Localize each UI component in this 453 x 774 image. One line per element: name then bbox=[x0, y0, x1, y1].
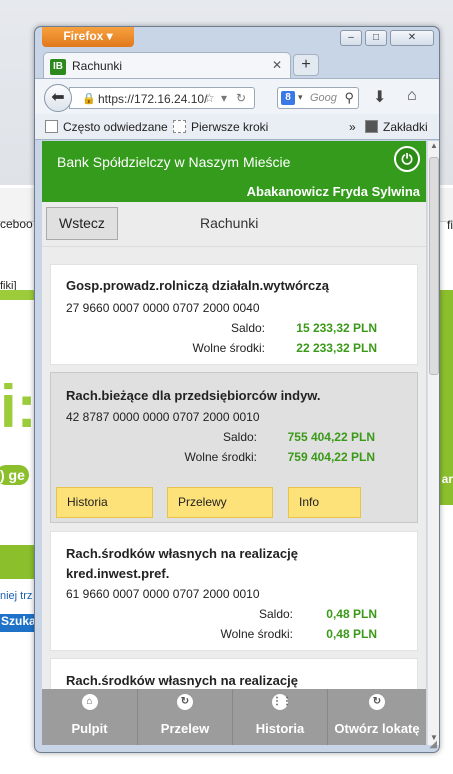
historia-button[interactable]: Historia bbox=[56, 487, 153, 518]
bookmark-page-icon bbox=[173, 120, 186, 133]
app-header: Bank Spółdzielczy w Naszym Mieście ⏻ Aba… bbox=[42, 141, 426, 202]
bookmarks-overflow-button[interactable]: » bbox=[349, 120, 356, 134]
wolne-srodki-label: Wolne środki: bbox=[192, 341, 265, 355]
background-right-text: fi bbox=[447, 218, 453, 232]
search-engine-icon[interactable]: 8 bbox=[281, 91, 295, 105]
account-name: Rach.środków własnych na realizację bbox=[66, 673, 298, 688]
bank-favicon-icon: IB bbox=[50, 59, 66, 75]
navigation-toolbar: 🔒 https://172.16.24.10/ ☆ ▾ ↻ ⬅ 8 ▾ Goog… bbox=[35, 78, 439, 114]
background-logo-text: i: bbox=[0, 373, 37, 440]
close-window-button[interactable]: ✕ bbox=[390, 30, 434, 46]
browser-window: Firefox ▾ ‒ □ ✕ IB Rachunki ✕ + 🔒 https:… bbox=[34, 26, 440, 753]
nav-pulpit[interactable]: ⌂ Pulpit bbox=[42, 689, 137, 745]
vertical-scrollbar[interactable]: ▲ ▼ bbox=[427, 141, 439, 745]
sub-header: Wstecz Rachunki bbox=[42, 202, 426, 247]
background-right-text-2: ar bbox=[441, 472, 453, 486]
user-name: Abakanowicz Fryda Sylwina bbox=[246, 184, 420, 199]
url-text: https://172.16.24.10/ bbox=[98, 92, 208, 106]
refresh-icon: ↻ bbox=[369, 694, 385, 710]
nav-historia[interactable]: ⋮⋮ Historia bbox=[232, 689, 327, 745]
saldo-value: 0,48 PLN bbox=[326, 607, 377, 621]
search-input[interactable]: Goog bbox=[310, 92, 337, 104]
back-arrow-icon: ⬅ bbox=[51, 89, 65, 106]
saldo-label: Saldo: bbox=[230, 321, 265, 335]
bookmark-item[interactable]: Pierwsze kroki bbox=[173, 120, 268, 134]
saldo-label: Saldo: bbox=[222, 430, 257, 444]
saldo-value: 755 404,22 PLN bbox=[287, 430, 375, 444]
account-card-selected[interactable]: Rach.bieżące dla przedsiębiorców indyw. … bbox=[50, 372, 418, 523]
info-button[interactable]: Info bbox=[288, 487, 361, 518]
bookmark-star-icon[interactable]: ☆ bbox=[204, 91, 215, 105]
url-bar[interactable]: 🔒 https://172.16.24.10/ ☆ ▾ ↻ bbox=[69, 87, 255, 109]
page-content: Bank Spółdzielczy w Naszym Mieście ⏻ Aba… bbox=[42, 141, 426, 745]
back-button[interactable]: ⬅ bbox=[44, 84, 72, 112]
account-number: 61 9660 0007 0000 0707 2000 0010 bbox=[66, 587, 260, 601]
background-link[interactable]: niej trz bbox=[0, 590, 32, 602]
nav-otworz-lokate[interactable]: ↻ Otwórz lokatę bbox=[327, 689, 426, 745]
bank-name: Bank Spółdzielczy w Naszym Mieście bbox=[57, 154, 291, 170]
page-title: Rachunki bbox=[200, 215, 259, 231]
restore-button[interactable]: □ bbox=[365, 30, 387, 46]
magnifier-icon[interactable]: ⚲ bbox=[344, 90, 354, 106]
back-nav-button[interactable]: Wstecz bbox=[46, 207, 118, 240]
wolne-srodki-value: 22 233,32 PLN bbox=[296, 341, 377, 355]
account-name: Gosp.prowadz.rolniczą działaln.wytwórczą bbox=[66, 278, 329, 293]
resize-grip-icon[interactable]: ◢ bbox=[429, 739, 437, 750]
background-pill: ) ge bbox=[0, 465, 29, 485]
bookmark-page-icon bbox=[45, 120, 58, 133]
scroll-thumb[interactable] bbox=[429, 157, 439, 375]
new-tab-button[interactable]: + bbox=[293, 54, 319, 76]
scroll-up-icon[interactable]: ▲ bbox=[428, 141, 440, 153]
account-card[interactable]: Gosp.prowadz.rolniczą działaln.wytwórczą… bbox=[50, 264, 418, 365]
logout-power-icon[interactable]: ⏻ bbox=[394, 146, 420, 172]
wolne-srodki-value: 759 404,22 PLN bbox=[287, 450, 375, 464]
lock-icon: 🔒 bbox=[82, 93, 96, 105]
account-name: Rach.środków własnych na realizację kred… bbox=[66, 546, 298, 581]
firefox-menu-button[interactable]: Firefox ▾ bbox=[42, 27, 134, 47]
engine-dropdown-icon[interactable]: ▾ bbox=[298, 92, 303, 103]
tab-title: Rachunki bbox=[72, 59, 123, 73]
account-name: Rach.bieżące dla przedsiębiorców indyw. bbox=[66, 388, 321, 403]
grid-icon: ⋮⋮ bbox=[272, 694, 292, 710]
bottom-navigation: ⌂ Pulpit ↻ Przelew ⋮⋮ Historia ↻ Otwórz … bbox=[42, 689, 426, 745]
background-text: ceboo bbox=[0, 217, 33, 231]
search-box[interactable]: 8 ▾ Goog ⚲ bbox=[277, 87, 359, 109]
star-icon bbox=[365, 120, 378, 133]
nav-przelew[interactable]: ↻ Przelew bbox=[137, 689, 232, 745]
minimize-button[interactable]: ‒ bbox=[340, 30, 362, 46]
home-icon: ⌂ bbox=[81, 694, 98, 710]
dropdown-icon[interactable]: ▾ bbox=[221, 91, 227, 105]
reload-icon[interactable]: ↻ bbox=[236, 91, 246, 105]
account-number: 42 8787 0000 0000 0707 2000 0010 bbox=[66, 410, 260, 424]
bookmarks-menu-button[interactable]: Zakładki bbox=[365, 120, 428, 134]
refresh-icon: ↻ bbox=[177, 694, 193, 710]
saldo-value: 15 233,32 PLN bbox=[296, 321, 377, 335]
wolne-srodki-value: 0,48 PLN bbox=[326, 627, 377, 641]
home-icon[interactable]: ⌂ bbox=[407, 87, 417, 105]
download-icon[interactable]: ⬇ bbox=[373, 87, 386, 107]
wolne-srodki-label: Wolne środki: bbox=[184, 450, 257, 464]
account-card[interactable]: Rach.środków własnych na realizację kred… bbox=[50, 531, 418, 651]
tab-close-icon[interactable]: ✕ bbox=[272, 58, 282, 72]
bookmark-item[interactable]: Często odwiedzane bbox=[45, 120, 168, 134]
bookmarks-toolbar: Często odwiedzane Pierwsze kroki » Zakła… bbox=[35, 114, 439, 140]
przelewy-button[interactable]: Przelewy bbox=[167, 487, 273, 518]
tab-rachunki[interactable]: IB Rachunki ✕ bbox=[43, 52, 291, 78]
account-number: 27 9660 0007 0000 0707 2000 0040 bbox=[66, 301, 260, 315]
